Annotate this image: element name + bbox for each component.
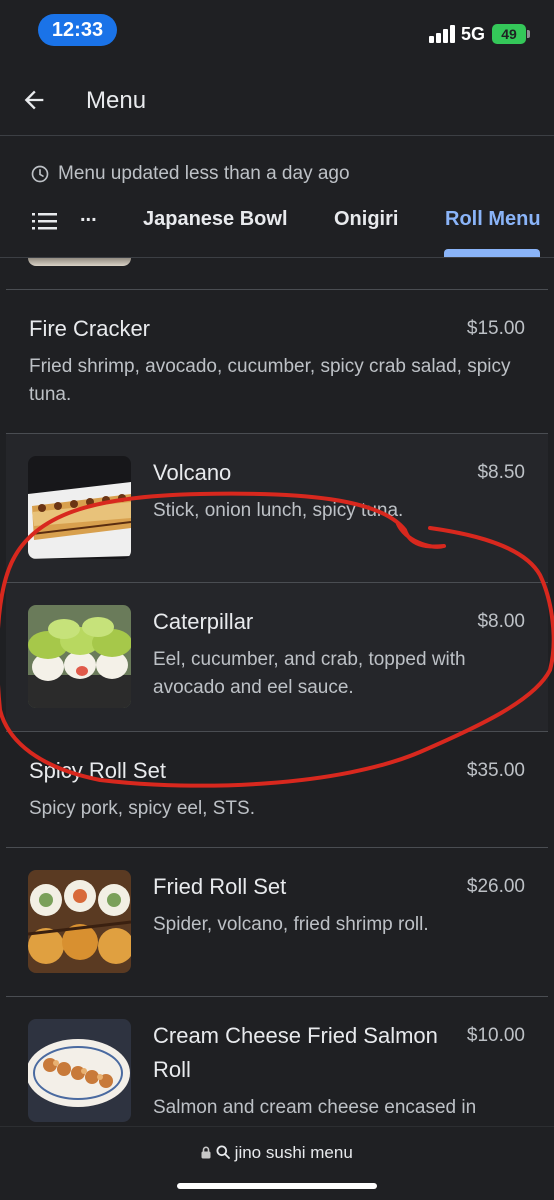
tab-overflow[interactable]: ...	[80, 204, 97, 227]
menu-updated-note: Menu updated less than a day ago	[30, 162, 350, 186]
menu-list: Fire Cracker $15.00 Fried shrimp, avocad…	[0, 258, 554, 1126]
menu-item-description: Fried shrimp, avocado, cucumber, spicy c…	[29, 356, 511, 405]
menu-item-price: $8.00	[477, 611, 525, 632]
app-bar: Menu	[0, 66, 554, 136]
category-tabs: ... Japanese Bowl Onigiri Roll Menu	[0, 196, 554, 258]
address-bar[interactable]: jino sushi menu	[0, 1143, 554, 1163]
menu-item[interactable]: Cream Cheese Fried Salmon Roll $10.00 Sa…	[6, 997, 548, 1126]
menu-item-name: Volcano	[153, 460, 232, 485]
menu-item-description: Spicy pork, spicy eel, STS.	[29, 798, 255, 819]
status-bar: 12:33 5G 49	[0, 0, 554, 66]
menu-item-name: Spicy Roll Set	[29, 758, 166, 783]
active-tab-indicator	[444, 249, 540, 257]
home-indicator[interactable]	[177, 1183, 377, 1189]
signal-icon	[429, 25, 455, 43]
menu-item-image	[28, 258, 131, 266]
menu-item-description: Eel, cucumber, and crab, topped with avo…	[153, 649, 466, 698]
menu-item-name: Fried Roll Set	[153, 874, 287, 899]
menu-item-name: Cream Cheese Fried Salmon Roll	[153, 1023, 438, 1082]
menu-item-name: Caterpillar	[153, 609, 254, 634]
menu-item-price: $15.00	[466, 318, 525, 339]
status-time: 12:33	[38, 14, 117, 46]
menu-item-price: $8.50	[477, 462, 525, 483]
clock-icon	[31, 165, 49, 183]
tab-japanese-bowl[interactable]: Japanese Bowl	[143, 208, 288, 231]
menu-item[interactable]: Fried Roll Set $26.00 Spider, volcano, f…	[6, 848, 548, 996]
lock-icon	[201, 1146, 211, 1159]
menu-item[interactable]: Volcano $8.50 Stick, onion lunch, spicy …	[6, 434, 548, 582]
tab-onigiri[interactable]: Onigiri	[334, 208, 398, 231]
network-type: 5G	[461, 24, 486, 44]
menu-item-image	[28, 456, 131, 559]
menu-item-description: Salmon and cream cheese encased in	[153, 1097, 477, 1118]
search-icon	[216, 1145, 230, 1159]
menu-item-price: $26.00	[466, 876, 525, 897]
menu-item[interactable]: Fire Cracker $15.00 Fried shrimp, avocad…	[6, 290, 548, 433]
menu-item-description: Spider, volcano, fried shrimp roll.	[153, 914, 429, 935]
address-bar-text: jino sushi menu	[234, 1143, 353, 1162]
arrow-left-icon[interactable]	[20, 86, 48, 114]
menu-item-image	[28, 870, 131, 973]
battery-icon: 49	[492, 24, 530, 44]
menu-item-image	[28, 1019, 131, 1122]
menu-item-image	[28, 605, 131, 708]
list-icon[interactable]	[32, 210, 58, 232]
menu-item-name: Fire Cracker	[29, 316, 151, 341]
browser-bottom-bar: jino sushi menu	[0, 1126, 554, 1200]
page-title: Menu	[86, 87, 147, 114]
menu-item-price: $35.00	[466, 760, 525, 781]
menu-item-description: Stick, onion lunch, spicy tuna.	[153, 500, 404, 521]
menu-updated-text: Menu updated less than a day ago	[58, 163, 350, 184]
tab-roll-menu[interactable]: Roll Menu	[445, 208, 541, 231]
menu-item-price: $10.00	[466, 1025, 525, 1046]
menu-item[interactable]: Spicy Roll Set $35.00 Spicy pork, spicy …	[6, 732, 548, 847]
menu-item[interactable]: Caterpillar $8.00 Eel, cucumber, and cra…	[6, 583, 548, 731]
